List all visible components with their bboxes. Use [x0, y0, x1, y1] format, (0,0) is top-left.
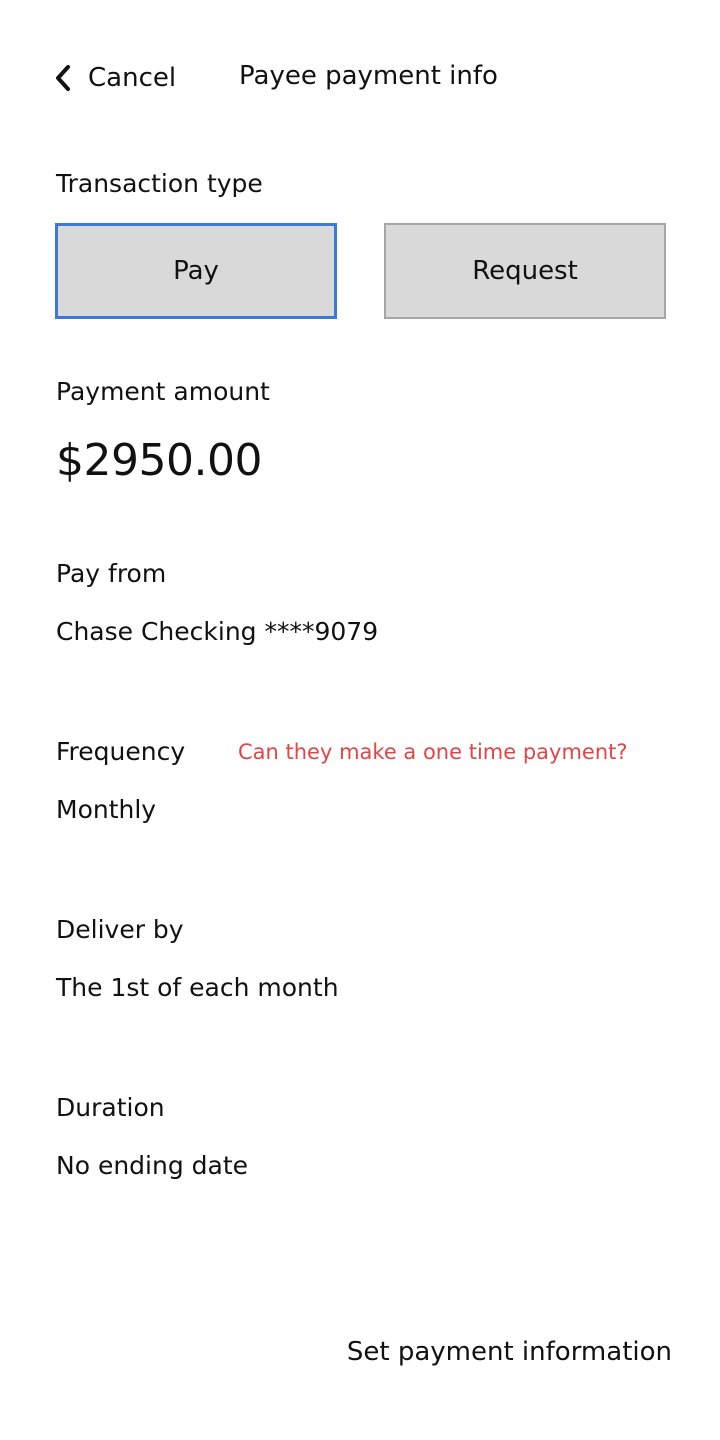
frequency-label: Frequency — [56, 737, 186, 766]
duration-value[interactable]: No ending date — [56, 1148, 248, 1184]
set-payment-information-button[interactable]: Set payment information — [340, 1332, 672, 1372]
request-button[interactable]: Request — [384, 223, 666, 319]
frequency-annotation: Can they make a one time payment? — [238, 740, 628, 764]
deliver-by-value[interactable]: The 1st of each month — [56, 970, 339, 1006]
payment-amount-value[interactable]: $2950.00 — [56, 430, 262, 492]
pay-button[interactable]: Pay — [55, 223, 337, 319]
cancel-label: Cancel — [88, 63, 177, 93]
chevron-left-icon — [52, 64, 74, 92]
cancel-button[interactable]: Cancel — [52, 56, 176, 100]
frequency-value[interactable]: Monthly — [56, 792, 156, 828]
page-title: Payee payment info — [239, 61, 498, 91]
duration-label: Duration — [56, 1093, 165, 1122]
pay-from-value[interactable]: Chase Checking ****9079 — [56, 614, 378, 650]
pay-from-label: Pay from — [56, 559, 167, 588]
deliver-by-label: Deliver by — [56, 915, 184, 944]
transaction-type-label: Transaction type — [56, 169, 263, 198]
payment-amount-label: Payment amount — [56, 377, 270, 406]
